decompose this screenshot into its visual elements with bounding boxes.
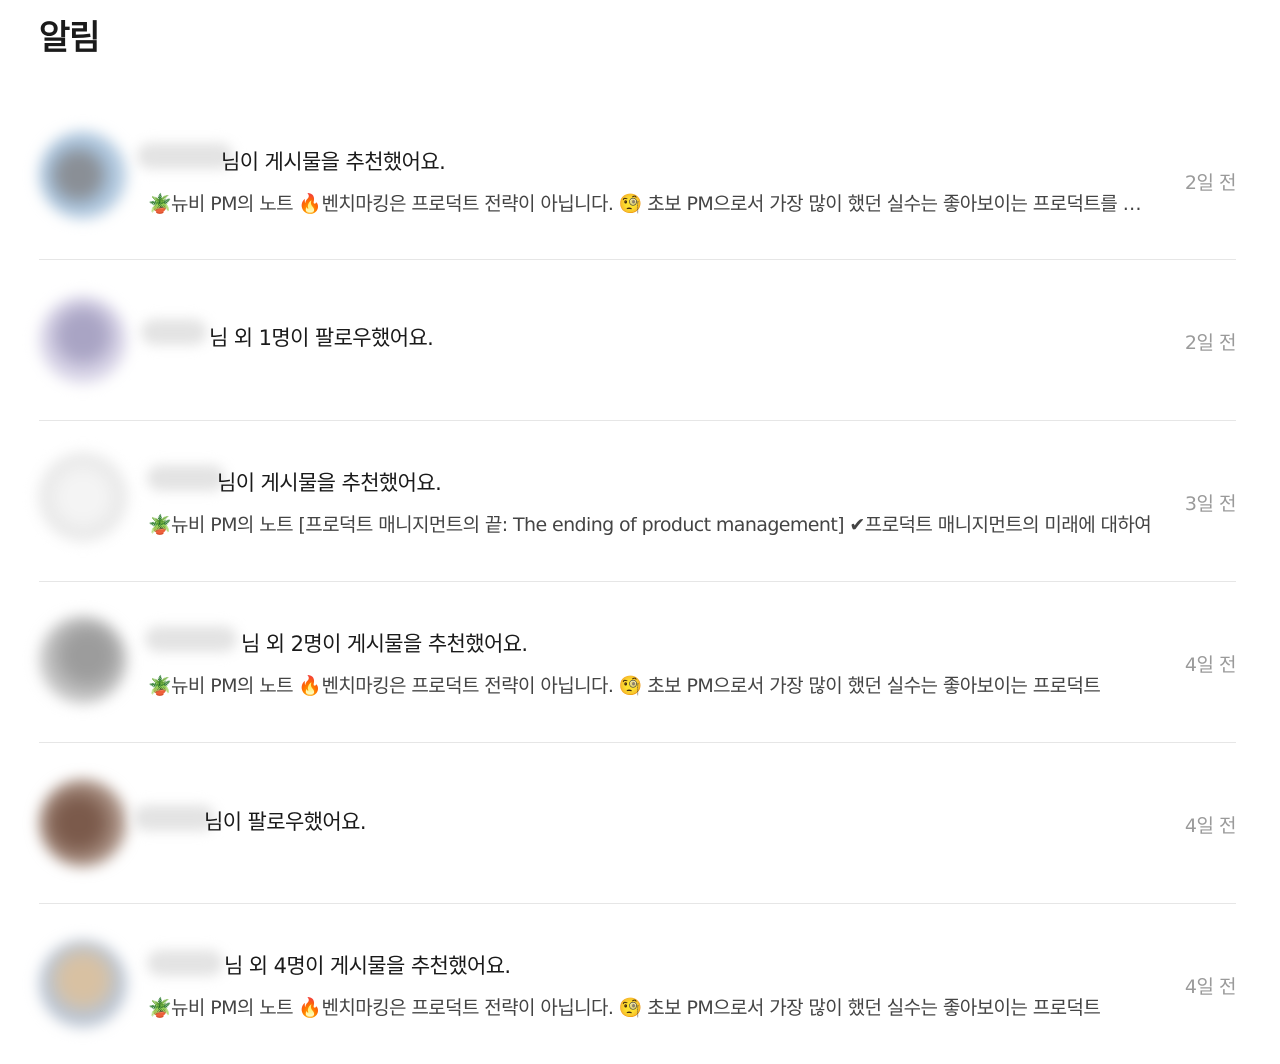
- post-preview: 🪴뉴비 PM의 노트 🔥벤치마킹은 프로덕트 전략이 아닙니다. 🧐 초보 PM…: [148, 675, 1101, 697]
- user-name-redacted[interactable]: [141, 319, 207, 345]
- post-preview: 🪴뉴비 PM의 노트 🔥벤치마킹은 프로덕트 전략이 아닙니다. 🧐 초보 PM…: [148, 193, 1156, 215]
- timestamp: 4일 전: [1184, 654, 1237, 676]
- timestamp: 4일 전: [1184, 815, 1237, 837]
- timestamp: 2일 전: [1184, 332, 1237, 354]
- timestamp: 2일 전: [1184, 172, 1237, 194]
- user-name-redacted[interactable]: [133, 805, 215, 831]
- notification-item[interactable]: 님이 게시물을 추천했어요. 🪴뉴비 PM의 노트 [프로덕트 매니지먼트의 끝…: [39, 421, 1237, 582]
- avatar[interactable]: [39, 453, 127, 541]
- page-title: 알림: [39, 18, 101, 58]
- notification-message: 님이 게시물을 추천했어요.: [221, 150, 446, 174]
- post-preview: 🪴뉴비 PM의 노트 [프로덕트 매니지먼트의 끝: The ending of…: [148, 514, 1152, 536]
- avatar[interactable]: [39, 296, 127, 384]
- notification-item[interactable]: 님 외 1명이 팔로우했어요. 2일 전: [39, 260, 1237, 421]
- avatar[interactable]: [39, 131, 127, 219]
- timestamp: 4일 전: [1184, 976, 1237, 998]
- notification-message: 님 외 2명이 게시물을 추천했어요.: [241, 632, 528, 656]
- user-name-redacted[interactable]: [147, 950, 223, 976]
- user-name-redacted[interactable]: [137, 143, 233, 169]
- notifications-page: 알림 님이 게시물을 추천했어요. 🪴뉴비 PM의 노트 🔥벤치마킹은 프로덕트…: [0, 0, 1280, 1064]
- user-name-redacted[interactable]: [147, 465, 225, 491]
- avatar[interactable]: [39, 616, 127, 704]
- notification-item[interactable]: 님 외 4명이 게시물을 추천했어요. 🪴뉴비 PM의 노트 🔥벤치마킹은 프로…: [39, 904, 1237, 1064]
- user-name-redacted[interactable]: [145, 626, 237, 652]
- notification-list: 님이 게시물을 추천했어요. 🪴뉴비 PM의 노트 🔥벤치마킹은 프로덕트 전략…: [39, 99, 1237, 1064]
- avatar[interactable]: [39, 779, 127, 867]
- notification-message: 님이 게시물을 추천했어요.: [217, 471, 442, 495]
- avatar[interactable]: [39, 940, 127, 1028]
- notification-message: 님 외 1명이 팔로우했어요.: [209, 326, 434, 350]
- timestamp: 3일 전: [1184, 493, 1237, 515]
- post-preview: 🪴뉴비 PM의 노트 🔥벤치마킹은 프로덕트 전략이 아닙니다. 🧐 초보 PM…: [148, 997, 1101, 1019]
- notification-message: 님 외 4명이 게시물을 추천했어요.: [224, 954, 511, 978]
- notification-message: 님이 팔로우했어요.: [204, 810, 367, 834]
- notification-item[interactable]: 님이 팔로우했어요. 4일 전: [39, 743, 1237, 904]
- notification-item[interactable]: 님 외 2명이 게시물을 추천했어요. 🪴뉴비 PM의 노트 🔥벤치마킹은 프로…: [39, 582, 1237, 743]
- notification-item[interactable]: 님이 게시물을 추천했어요. 🪴뉴비 PM의 노트 🔥벤치마킹은 프로덕트 전략…: [39, 99, 1237, 260]
